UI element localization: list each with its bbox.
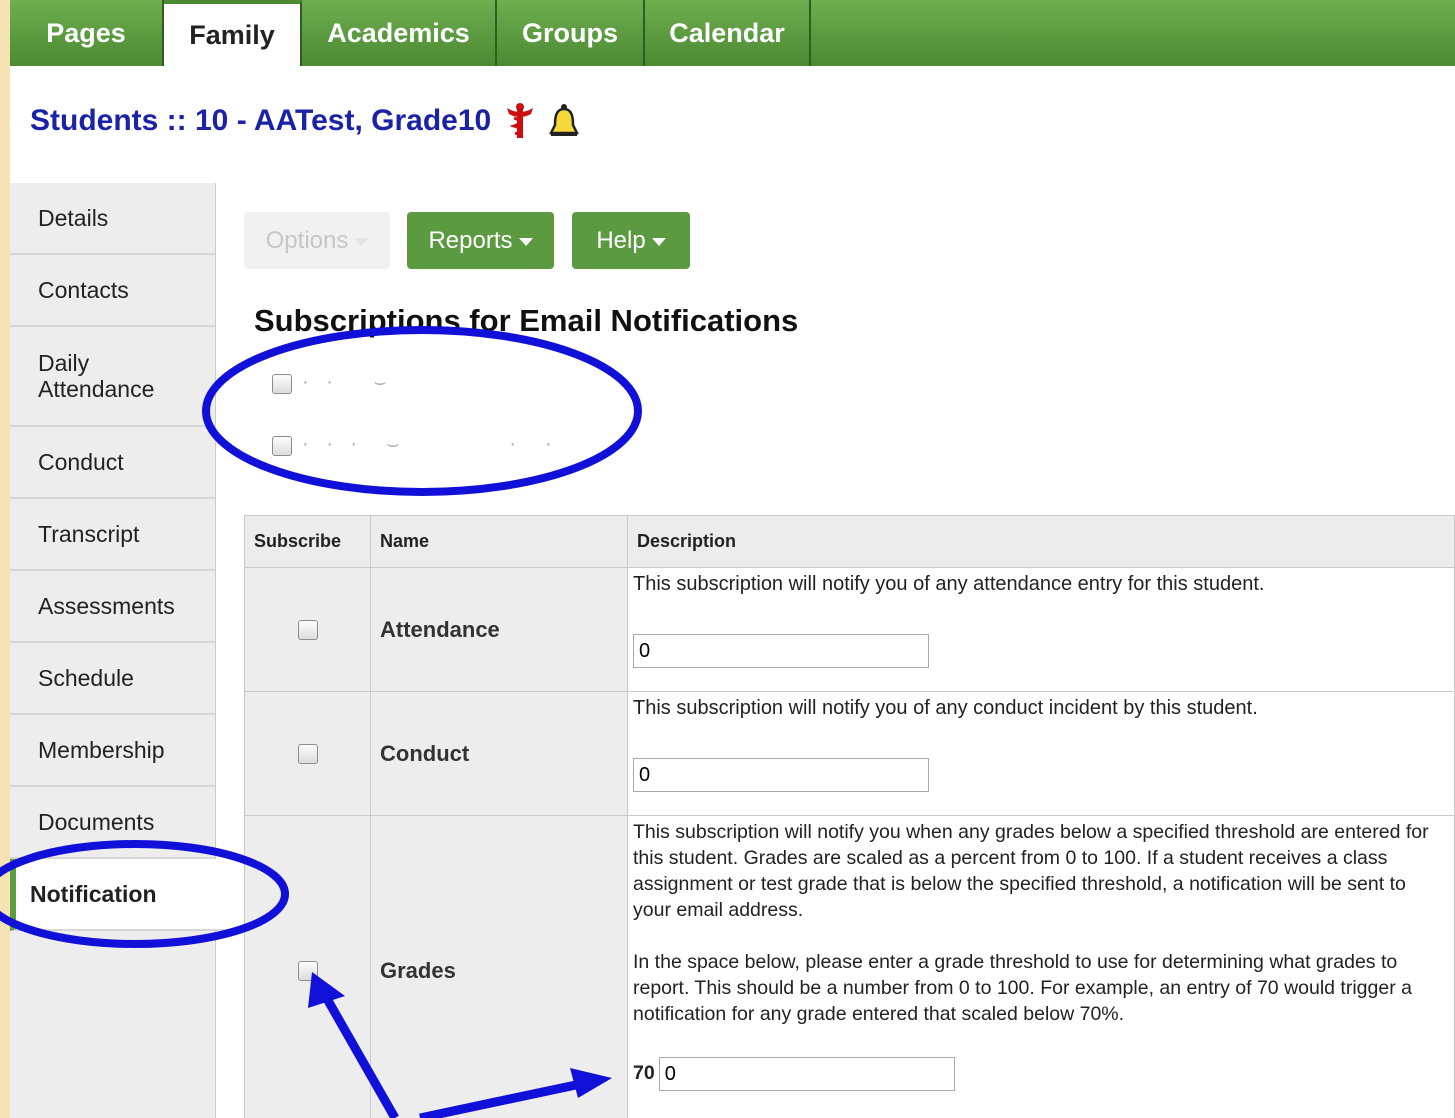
sidebar-item-membership[interactable]: Membership [10,715,215,787]
main-content: Options Reports Help Subscriptions for E… [216,183,1455,1118]
sidebar-item-label: Documents [38,808,155,835]
subscriptions-table: Subscribe Name Description Attendance Th… [244,515,1455,1118]
sidebar-item-label: Schedule [38,664,134,691]
sidebar-item-conduct[interactable]: Conduct [10,427,215,499]
sidebar-item-label: Details [38,204,109,231]
reports-label: Reports [428,226,513,254]
table-row: Attendance This subscription will notify… [244,567,1455,692]
options-button[interactable]: Options [244,212,390,269]
table-header-row: Subscribe Name Description [244,515,1455,568]
row-description-cell: This subscription will notify you of any… [627,567,1455,692]
sidebar-item-label: Notification [30,880,157,907]
help-button[interactable]: Help [572,212,690,269]
grades-threshold-input[interactable] [658,1057,955,1092]
subscribe-cell [244,815,371,1118]
subscribe-cell [244,691,371,816]
conduct-value-input[interactable] [633,758,929,792]
email-subscription-checkbox[interactable] [272,374,292,394]
sidebar-item-label: Assessments [38,592,175,619]
sidebar-item-details[interactable]: Details [10,183,215,255]
row-name: Grades [370,815,628,1118]
page-title-row: Students :: 10 - AATest, Grade10 [30,102,580,140]
sidebar-item-label: Membership [38,736,165,763]
section-title: Subscriptions for Email Notifications [254,303,799,338]
attendance-subscribe-checkbox[interactable] [298,619,318,640]
grades-subscribe-checkbox[interactable] [298,960,318,981]
options-label: Options [265,226,349,254]
row-description-cell: This subscription will notify you when a… [627,815,1455,1118]
sidebar: Details Contacts Daily Attendance Conduc… [10,183,272,1118]
row-description: This subscription will notify you when a… [633,821,1429,921]
sidebar-item-label: Daily Attendance [38,349,155,402]
column-header-description: Description [627,515,1455,568]
blurred-email-text: · · ⌣ [302,371,393,393]
medical-alert-icon[interactable] [505,102,535,140]
row-description: This subscription will notify you of any… [633,697,1258,719]
tab-academics[interactable]: Academics [302,0,497,66]
sidebar-item-label: Contacts [38,276,129,303]
conduct-subscribe-checkbox[interactable] [298,743,318,764]
row-description-instructions: In the space below, please enter a grade… [633,950,1412,1025]
column-header-name: Name [370,515,628,568]
top-navigation: Pages Family Academics Groups Calendar [10,0,1455,66]
sidebar-item-contacts[interactable]: Contacts [10,255,215,327]
row-name: Conduct [370,691,628,816]
sidebar-item-transcript[interactable]: Transcript [10,499,215,571]
subscribe-cell [244,567,371,692]
tab-family[interactable]: Family [164,0,302,66]
row-name: Attendance [370,567,628,692]
table-row: Grades This subscription will notify you… [244,815,1455,1118]
sidebar-item-daily-attendance[interactable]: Daily Attendance [10,327,215,427]
bell-alert-icon[interactable] [549,103,580,139]
sidebar-item-label: Transcript [38,520,140,547]
sidebar-item-documents[interactable]: Documents [10,787,215,859]
tab-groups[interactable]: Groups [497,0,645,66]
table-row: Conduct This subscription will notify yo… [244,691,1455,816]
sidebar-item-assessments[interactable]: Assessments [10,571,215,643]
row-description-cell: This subscription will notify you of any… [627,691,1455,816]
sidebar-item-label: Conduct [38,448,124,475]
dropdown-caret-icon [354,238,369,246]
page-title: Students :: 10 - AATest, Grade10 [30,104,492,137]
sidebar-item-schedule[interactable]: Schedule [10,643,215,715]
tab-pages[interactable]: Pages [10,0,164,66]
dropdown-caret-icon [651,238,666,246]
app-frame: Pages Family Academics Groups Calendar S… [10,0,1455,1118]
threshold-row: 70 [633,1057,1448,1092]
row-description: This subscription will notify you of any… [633,573,1265,595]
reports-button[interactable]: Reports [407,212,554,269]
attendance-value-input[interactable] [633,634,929,668]
threshold-label: 70 [633,1062,655,1085]
help-label: Help [596,226,646,254]
dropdown-caret-icon [518,238,533,246]
email-subscription-checkbox[interactable] [272,436,292,456]
blurred-email-text: · · · ⌣ · · [302,433,558,455]
column-header-subscribe: Subscribe [244,515,371,568]
tab-calendar[interactable]: Calendar [645,0,811,66]
